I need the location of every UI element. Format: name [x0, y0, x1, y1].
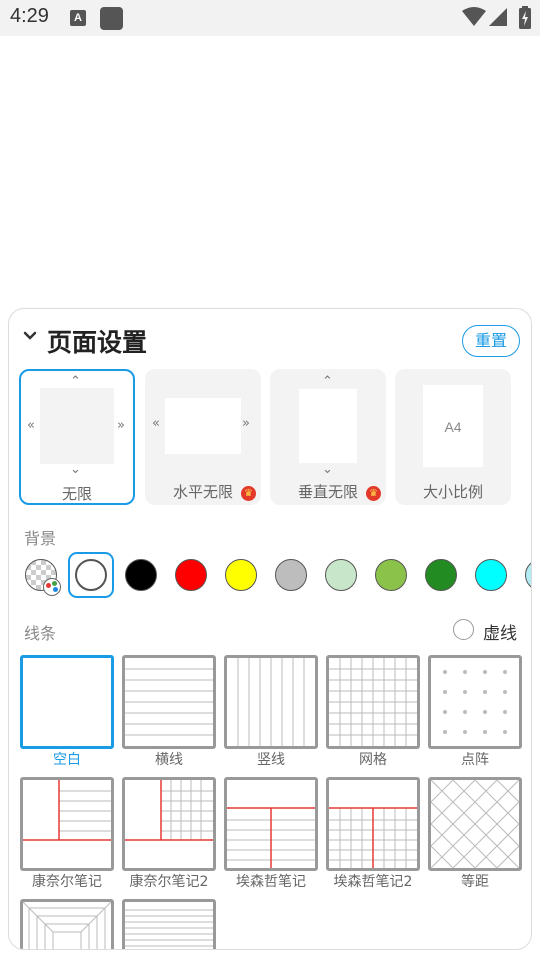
chevron-up-icon: ⌃: [70, 374, 81, 389]
pattern-essen-notes-2[interactable]: [326, 777, 420, 871]
vip-crown-icon: ♛: [366, 486, 381, 501]
essen-notes-2-preview: [329, 807, 417, 868]
page-size-ratio[interactable]: A4 大小比例: [395, 369, 511, 505]
pattern-label: 康奈尔笔记2: [129, 874, 209, 890]
pattern-label: 埃森哲笔记: [236, 874, 306, 890]
paper-preview: [165, 398, 241, 454]
chevron-left-icon: «: [27, 418, 35, 433]
dashed-label: 虚线: [483, 624, 517, 644]
lines-section-label: 线条: [24, 624, 57, 643]
chevron-up-icon: ⌃: [322, 374, 333, 389]
pattern-label: 康奈尔笔记: [32, 874, 102, 890]
color-swatch-gray[interactable]: [275, 559, 307, 591]
vertical-lines-preview: [237, 658, 305, 746]
pattern-dense-lines[interactable]: [122, 899, 216, 949]
color-swatch-yellow[interactable]: [225, 559, 257, 591]
grid-preview: [329, 658, 417, 746]
notification-app-icon: [100, 7, 123, 30]
page-size-horizontal-infinite[interactable]: « » 水平无限 ♛: [145, 369, 261, 505]
vip-crown-icon: ♛: [241, 486, 256, 501]
perspective-preview: [23, 902, 111, 949]
cornell-notes-preview: [23, 780, 111, 841]
pattern-blank[interactable]: [20, 655, 114, 749]
page-size-vertical-infinite[interactable]: ⌃ ⌄ 垂直无限 ♛: [270, 369, 386, 505]
pattern-label: 埃森哲笔记2: [333, 874, 413, 890]
pattern-label: 竖线: [257, 752, 285, 768]
pattern-label: 空白: [53, 752, 81, 768]
reset-button[interactable]: 重置: [462, 325, 520, 357]
background-color-row: [9, 546, 531, 602]
signal-icon: [489, 8, 507, 26]
pattern-label: 横线: [155, 752, 183, 768]
dashed-line-toggle[interactable]: 虚线: [453, 617, 527, 644]
paper-preview: [40, 388, 114, 464]
chevron-down-small-icon: ⌄: [322, 462, 333, 477]
pattern-perspective[interactable]: [20, 899, 114, 949]
panel-title: 页面设置: [47, 328, 148, 357]
dots-preview: [443, 670, 507, 734]
pattern-cornell-notes-2[interactable]: [122, 777, 216, 871]
cornell-notes-2-preview: [125, 780, 213, 841]
dashed-radio[interactable]: [453, 619, 474, 640]
chevron-down-small-icon: ⌄: [70, 462, 81, 477]
color-swatch-black[interactable]: [125, 559, 157, 591]
color-swatch-light-green[interactable]: [325, 559, 357, 591]
page-size-label: 无限: [61, 485, 92, 503]
chevron-left-icon: «: [152, 416, 160, 431]
pattern-label: 等距: [461, 874, 489, 890]
battery-icon: [519, 6, 531, 29]
palette-icon: [43, 578, 61, 596]
pattern-grid[interactable]: [326, 655, 420, 749]
page-size-infinite[interactable]: ⌃ « » ⌄ 无限: [19, 369, 135, 505]
isometric-preview: [431, 780, 519, 868]
color-swatch-green[interactable]: [425, 559, 457, 591]
pattern-horizontal-lines[interactable]: [122, 655, 216, 749]
status-time: 4:29: [10, 5, 49, 27]
color-swatch-cyan[interactable]: [475, 559, 507, 591]
pattern-essen-notes[interactable]: [224, 777, 318, 871]
pattern-cornell-notes[interactable]: [20, 777, 114, 871]
panel-header: 页面设置 重置: [9, 309, 531, 369]
status-bar: 4:29 A: [0, 0, 540, 36]
page-size-label: 大小比例: [422, 483, 483, 501]
horizontal-lines-preview: [125, 668, 213, 736]
wifi-icon: [462, 7, 486, 26]
pattern-dots[interactable]: [428, 655, 522, 749]
color-swatch-yellow-green[interactable]: [375, 559, 407, 591]
color-swatch-light-cyan[interactable]: [525, 559, 531, 591]
color-swatch-red[interactable]: [175, 559, 207, 591]
pattern-label: 网格: [359, 752, 387, 768]
page-settings-panel: 页面设置 重置 ⌃ « » ⌄ 无限 « » 水平无限 ♛ ⌃ ⌄ 垂直无限 ♛…: [8, 308, 532, 950]
color-swatch-white[interactable]: [75, 559, 107, 591]
dense-lines-preview: [125, 909, 213, 947]
pattern-vertical-lines[interactable]: [224, 655, 318, 749]
essen-notes-preview: [227, 807, 315, 868]
chevron-right-icon: »: [117, 418, 125, 433]
paper-preview: [299, 389, 357, 463]
chevron-right-icon: »: [242, 416, 250, 431]
chevron-down-icon[interactable]: [23, 331, 37, 341]
paper-size-text: A4: [444, 419, 462, 435]
pattern-label: 点阵: [461, 752, 489, 768]
notification-a-icon: A: [70, 10, 86, 26]
pattern-isometric[interactable]: [428, 777, 522, 871]
